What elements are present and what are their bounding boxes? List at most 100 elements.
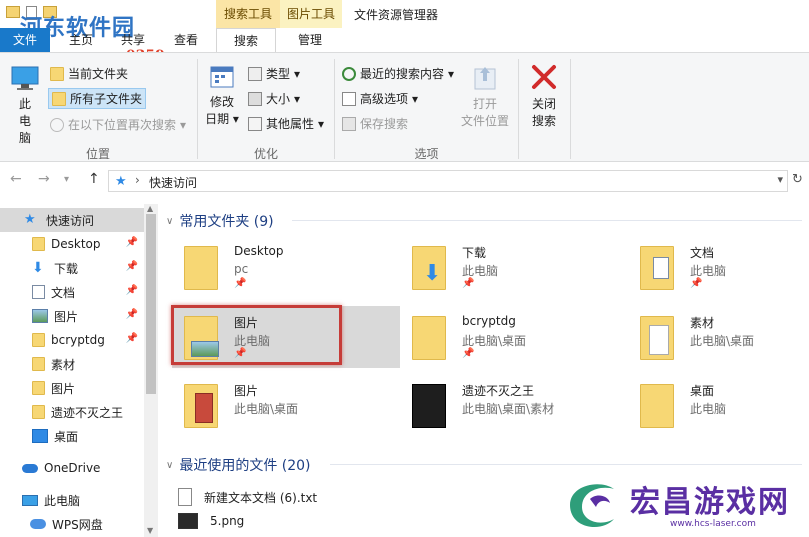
- type-label: 类型: [266, 67, 291, 81]
- open-file-location-button[interactable]: 打开 文件位置: [458, 63, 512, 130]
- all-subfolders-label: 所有子文件夹: [70, 92, 143, 106]
- pin-icon[interactable]: 📌: [234, 278, 246, 289]
- pin-icon[interactable]: 📌: [462, 278, 474, 289]
- materials-folder-icon: [640, 316, 674, 360]
- scroll-up-icon[interactable]: ▲: [147, 204, 153, 213]
- image-file-icon: [178, 513, 198, 529]
- chevron-down-icon: ▾: [448, 66, 455, 81]
- sidebar-item-downloads[interactable]: ⬇ 下载 📌: [0, 256, 144, 280]
- folder-icon[interactable]: [6, 6, 20, 18]
- sidebar-item-materials[interactable]: 素材: [0, 352, 144, 376]
- scrollbar-thumb[interactable]: [146, 214, 156, 394]
- this-pc-button[interactable]: 此电脑: [8, 65, 42, 147]
- open-location-label-2: 文件位置: [460, 114, 509, 128]
- navigation-scrollbar[interactable]: ▲ ▼: [144, 204, 158, 537]
- sidebar-item-game-folder[interactable]: 遗迹不灭之王: [0, 400, 144, 424]
- subfolders-icon: [52, 91, 66, 106]
- scroll-down-icon[interactable]: ▼: [147, 526, 153, 535]
- folder-name: 素材: [690, 316, 715, 330]
- folder-name: 遗迹不灭之王: [462, 384, 535, 398]
- back-icon[interactable]: ←: [10, 171, 22, 187]
- context-tab-search-tools: 搜索工具: [216, 0, 280, 28]
- folder-icon: [412, 316, 446, 360]
- tab-search[interactable]: 搜索: [216, 28, 276, 52]
- window-title: 文件资源管理器: [354, 8, 439, 22]
- sidebar-item-quick-access[interactable]: ★ 快速访问: [0, 208, 144, 232]
- folder-icon: [32, 357, 45, 371]
- type-button[interactable]: 类型 ▾: [248, 65, 300, 82]
- game-folder-icon: [412, 384, 446, 428]
- folder-location: 此电脑\桌面: [462, 334, 527, 348]
- tab-file[interactable]: 文件: [0, 28, 50, 52]
- folder-tile-desktop[interactable]: Desktop pc 📌: [172, 236, 400, 298]
- date-modified-button[interactable]: 修改 日期 ▾: [202, 63, 242, 128]
- wps-cloud-icon: [30, 519, 46, 529]
- pin-icon[interactable]: 📌: [126, 261, 138, 272]
- sidebar-item-label: OneDrive: [44, 461, 101, 475]
- other-properties-button[interactable]: 其他属性 ▾: [248, 115, 324, 132]
- advanced-options-button[interactable]: 高级选项 ▾: [342, 90, 418, 107]
- sidebar-item-bcryptdg[interactable]: bcryptdg 📌: [0, 328, 144, 352]
- search-again-button[interactable]: 在以下位置再次搜索 ▾: [50, 116, 186, 133]
- pin-icon[interactable]: 📌: [462, 348, 474, 359]
- close-search-label-1: 关闭: [531, 97, 556, 111]
- pin-icon[interactable]: 📌: [126, 333, 138, 344]
- sidebar-item-label: 图片: [51, 381, 76, 396]
- recent-searches-button[interactable]: 最近的搜索内容 ▾: [342, 65, 454, 82]
- recent-locations-icon[interactable]: ▾: [64, 174, 69, 185]
- sidebar-item-pictures[interactable]: 图片 📌: [0, 304, 144, 328]
- folder-location: 此电脑: [462, 264, 499, 278]
- pin-icon[interactable]: 📌: [126, 309, 138, 320]
- folder-icon: [32, 333, 45, 347]
- tab-manage[interactable]: 管理: [286, 28, 334, 52]
- up-icon[interactable]: ↑: [88, 171, 100, 187]
- pin-icon[interactable]: 📌: [126, 237, 138, 248]
- all-subfolders-button[interactable]: 所有子文件夹: [48, 88, 147, 109]
- sidebar-item-documents[interactable]: 文档 📌: [0, 280, 144, 304]
- list-item[interactable]: 5.png: [178, 513, 244, 529]
- forward-icon[interactable]: →: [38, 171, 50, 187]
- address-dropdown-icon[interactable]: ▾: [777, 173, 783, 186]
- chevron-down-icon: ∨: [166, 459, 174, 471]
- text-file-icon: [178, 488, 192, 506]
- recent-file-name: 新建文本文档 (6).txt: [204, 490, 318, 505]
- breadcrumb[interactable]: 快速访问: [149, 174, 197, 191]
- address-bar[interactable]: ★ › 快速访问 ▾: [108, 170, 788, 192]
- refresh-icon[interactable]: ↻: [792, 172, 803, 187]
- folder-icon: [640, 384, 674, 428]
- close-search-button[interactable]: 关闭 搜索: [524, 63, 564, 130]
- calendar-icon: [210, 66, 234, 88]
- sidebar-item-onedrive[interactable]: OneDrive: [0, 456, 144, 480]
- folder-tile-documents[interactable]: 文档 此电脑 📌: [628, 236, 809, 298]
- recent-files-header[interactable]: ∨ 最近使用的文件 (20): [166, 455, 311, 475]
- sidebar-item-label: Desktop: [51, 237, 101, 251]
- sidebar-item-label: 遗迹不灭之王: [51, 405, 124, 420]
- sidebar-item-wps-drive[interactable]: WPS网盘: [0, 512, 144, 536]
- recent-files-title: 最近使用的文件 (20): [179, 458, 311, 474]
- sidebar-item-desktop-2[interactable]: 桌面: [0, 424, 144, 448]
- folder-tile-bcryptdg[interactable]: bcryptdg 此电脑\桌面 📌: [400, 306, 628, 368]
- advanced-options-label: 高级选项: [360, 92, 409, 106]
- pin-icon[interactable]: 📌: [126, 285, 138, 296]
- sidebar-item-desktop[interactable]: Desktop 📌: [0, 232, 144, 256]
- pin-icon[interactable]: 📌: [690, 278, 702, 289]
- frequent-folders-header[interactable]: ∨ 常用文件夹 (9): [166, 211, 274, 231]
- advanced-options-icon: [342, 91, 356, 106]
- list-item[interactable]: 新建文本文档 (6).txt: [178, 488, 317, 506]
- folder-tile-materials[interactable]: 素材 此电脑\桌面: [628, 306, 809, 368]
- folder-tile-downloads[interactable]: ⬇ 下载 此电脑 📌: [400, 236, 628, 298]
- sidebar-item-pictures-2[interactable]: 图片: [0, 376, 144, 400]
- folder-tile-desktop-2[interactable]: 桌面 此电脑: [628, 374, 809, 436]
- save-search-button[interactable]: 保存搜索: [342, 115, 408, 132]
- folder-tile-game[interactable]: 遗迹不灭之王 此电脑\桌面\素材: [400, 374, 628, 436]
- folder-name: 图片: [234, 384, 259, 398]
- current-folder-label: 当前文件夹: [68, 67, 129, 81]
- size-button[interactable]: 大小 ▾: [248, 90, 300, 107]
- folder-tile-pictures-2[interactable]: 图片 此电脑\桌面: [172, 374, 400, 436]
- group-divider: [334, 59, 335, 159]
- chevron-down-icon: ▾: [294, 66, 301, 81]
- folder-location: 此电脑\桌面\素材: [462, 402, 555, 416]
- current-folder-button[interactable]: 当前文件夹: [50, 65, 128, 82]
- sidebar-item-this-pc[interactable]: 此电脑: [0, 488, 144, 512]
- folder-location: pc: [234, 262, 249, 276]
